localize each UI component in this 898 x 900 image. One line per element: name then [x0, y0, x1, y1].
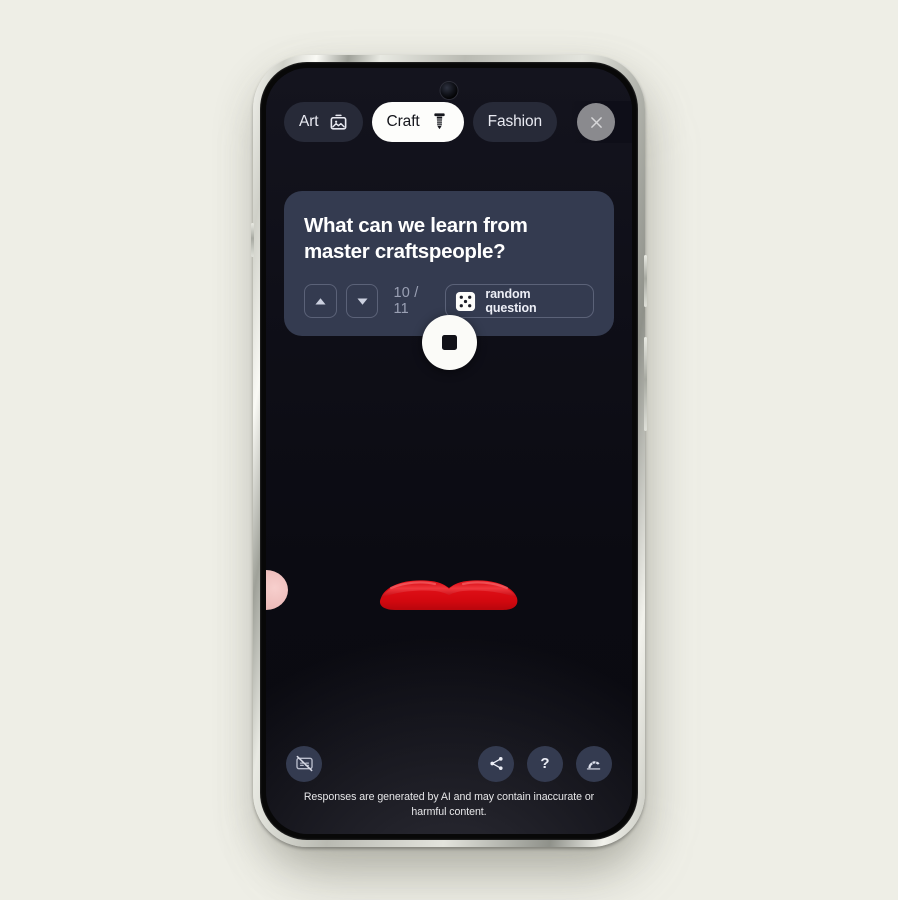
- captions-toggle-button[interactable]: [286, 745, 322, 782]
- phone-screen: Art Craft Fashion What can we learn from…: [266, 68, 632, 834]
- chip-fashion-label: Fashion: [487, 113, 543, 130]
- phone-left-button[interactable]: [251, 223, 254, 257]
- chip-craft-label: Craft: [386, 113, 420, 130]
- chip-fashion[interactable]: Fashion: [472, 102, 558, 142]
- help-button[interactable]: ?: [527, 745, 563, 782]
- chip-art-label: Art: [299, 113, 319, 130]
- image-frame-icon: [329, 113, 348, 132]
- phone-bezel: Art Craft Fashion What can we learn from…: [260, 62, 638, 840]
- random-question-button[interactable]: random question: [445, 284, 594, 319]
- avatar-partial-blob: [266, 569, 288, 610]
- bottom-toolbar: ?: [266, 738, 632, 790]
- next-question-button[interactable]: [345, 284, 379, 319]
- avatar-lips: [375, 574, 523, 614]
- phone-device: Art Craft Fashion What can we learn from…: [251, 55, 647, 847]
- record-stop-button[interactable]: [421, 315, 477, 371]
- close-icon: [588, 114, 605, 131]
- chip-art[interactable]: Art: [284, 102, 363, 142]
- stop-square-icon: [441, 335, 457, 351]
- chevron-up-icon: [314, 297, 327, 306]
- app-screen: Art Craft Fashion What can we learn from…: [266, 68, 632, 834]
- question-text: What can we learn from master craftspeop…: [304, 214, 528, 264]
- random-question-label: random question: [485, 287, 537, 316]
- dice-five-icon: [455, 291, 476, 312]
- phone-volume-button[interactable]: [644, 337, 647, 431]
- share-button[interactable]: [478, 745, 514, 782]
- record-button-wrapper: [266, 315, 632, 371]
- avatar-stage: [266, 370, 632, 737]
- ai-disclaimer: Responses are generated by AI and may co…: [303, 790, 595, 818]
- closed-captions-off-icon: [295, 754, 314, 773]
- screw-icon: [430, 112, 449, 133]
- close-button[interactable]: [577, 103, 615, 141]
- category-chip-row[interactable]: Art Craft Fashion: [266, 101, 632, 143]
- hand-wave-icon: [585, 755, 603, 773]
- chip-craft[interactable]: Craft: [371, 102, 464, 142]
- question-counter: 10 / 11: [393, 285, 419, 318]
- bottom-toolbar-right: ?: [478, 745, 612, 782]
- scene: Art Craft Fashion What can we learn from…: [0, 0, 898, 900]
- phone-power-button[interactable]: [644, 255, 647, 307]
- feedback-button[interactable]: [576, 745, 612, 782]
- question-mark-icon: ?: [540, 755, 550, 773]
- previous-question-button[interactable]: [304, 284, 337, 319]
- chevron-down-icon: [356, 297, 369, 306]
- front-camera-icon: [440, 82, 458, 99]
- share-icon: [488, 755, 505, 772]
- question-controls: 10 / 11 random question: [304, 284, 594, 319]
